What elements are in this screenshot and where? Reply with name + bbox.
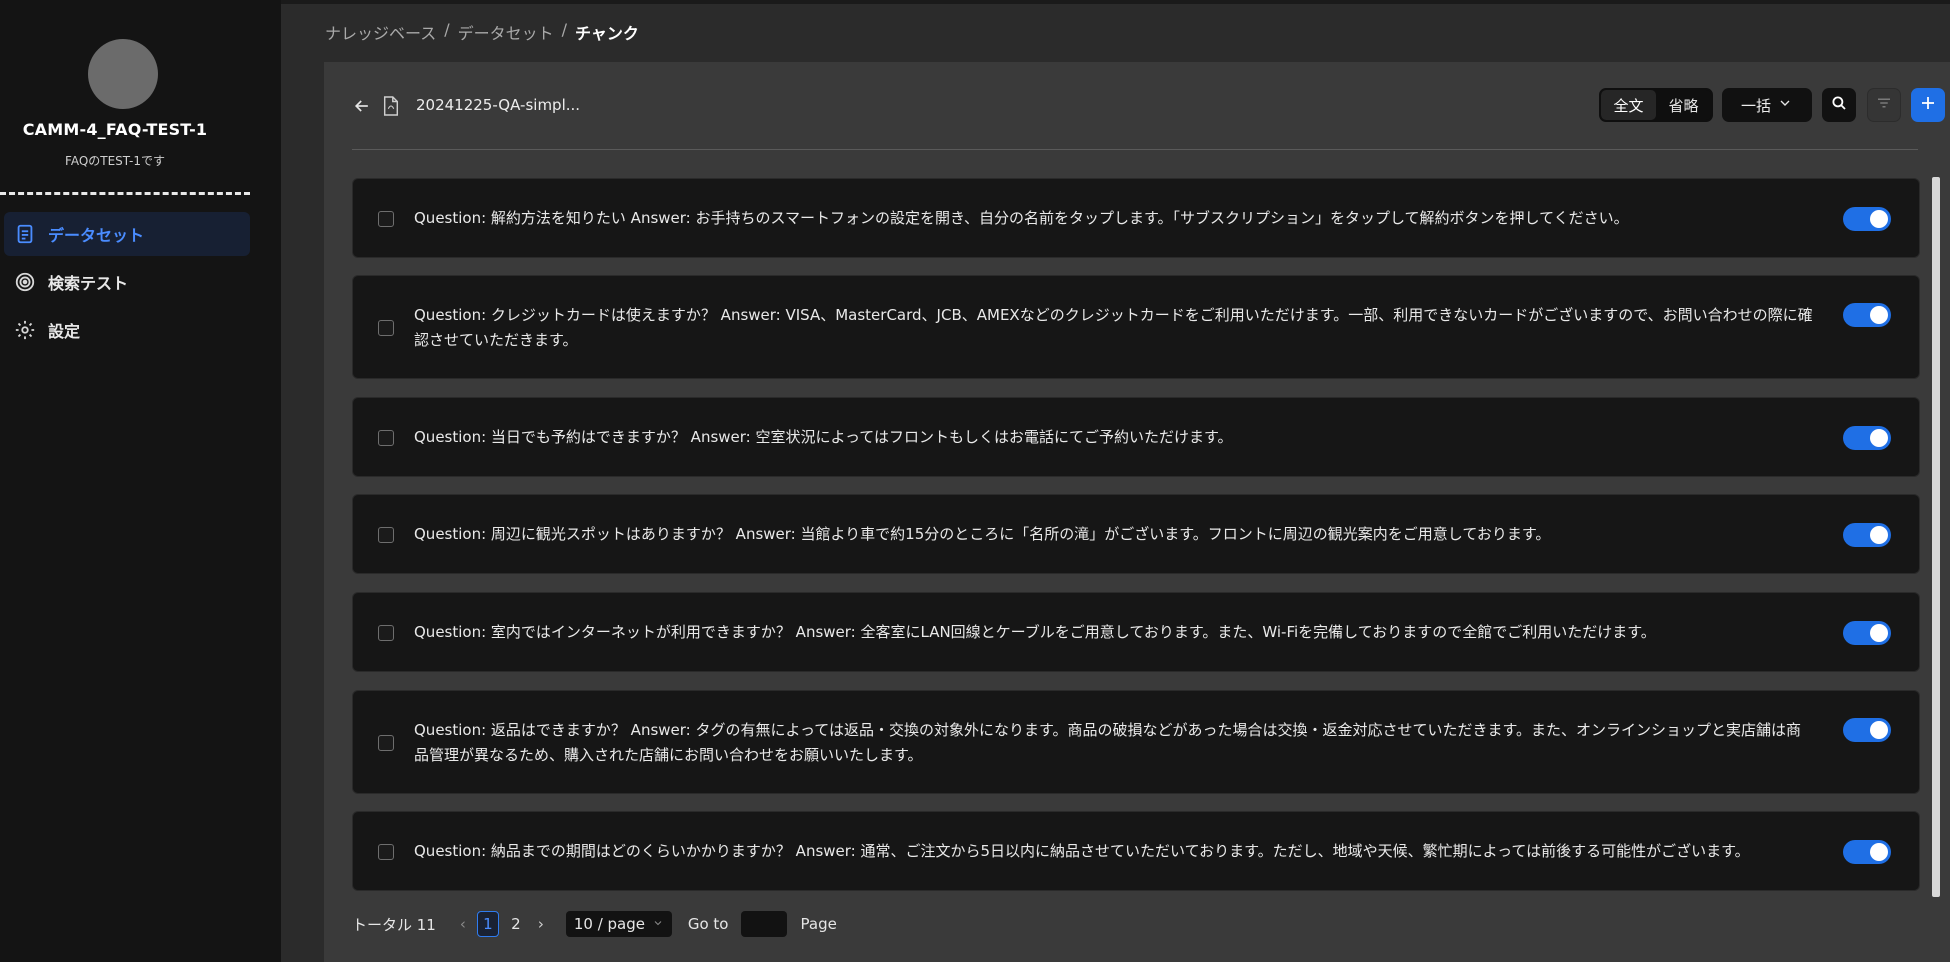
document-title: 20241225-QA-simpl... [416, 96, 581, 114]
chunk-checkbox[interactable] [378, 320, 394, 336]
sidebar-item-label: 検索テスト [48, 274, 129, 293]
page-size-select[interactable]: 10 / page [565, 911, 672, 937]
chunk-enable-toggle[interactable] [1843, 207, 1891, 231]
page-label: Page [800, 915, 837, 933]
chunk-checkbox[interactable] [378, 625, 394, 641]
sidebar-item-dataset[interactable]: データセット [4, 212, 250, 256]
add-chunk-button[interactable] [1911, 88, 1945, 122]
sidebar: CAMM-4_FAQ-TEST-1 FAQのTEST-1です データセット 検索… [0, 0, 281, 962]
chunk-checkbox[interactable] [378, 430, 394, 446]
goto-label: Go to [687, 915, 729, 933]
sidebar-item-label: データセット [48, 226, 145, 245]
search-icon [1830, 94, 1848, 116]
chunk-text: Question: 納品までの期間はどのくらいかかりますか？ Answer: 通… [414, 842, 1750, 860]
scrollbar[interactable] [1932, 177, 1940, 897]
chunk-text: Question: 室内ではインターネットが利用できますか？ Answer: 全… [414, 623, 1656, 641]
filter-icon [1875, 94, 1893, 116]
plus-icon [1919, 94, 1937, 116]
view-full-button[interactable]: 全文 [1601, 90, 1656, 120]
breadcrumb: ナレッジベース / データセット / チャンク [325, 20, 639, 44]
chunk-enable-toggle[interactable] [1843, 523, 1891, 547]
breadcrumb-current: チャンク [575, 24, 639, 43]
chunk-card[interactable]: Question: 返品はできますか？ Answer: タグの有無によっては返品… [352, 690, 1920, 794]
breadcrumb-separator: / [561, 20, 567, 39]
chunk-text: Question: 返品はできますか？ Answer: タグの有無によっては返品… [414, 721, 1801, 764]
chunk-checkbox[interactable] [378, 211, 394, 227]
sidebar-item-retrieval-test[interactable]: 検索テスト [4, 260, 250, 304]
goto-page-input[interactable] [740, 911, 787, 937]
chunk-text: Question: 周辺に観光スポットはありますか？ Answer: 当館より車… [414, 525, 1551, 543]
sidebar-item-settings[interactable]: 設定 [4, 308, 250, 352]
chunk-card[interactable]: Question: 当日でも予約はできますか？ Answer: 空室状況によって… [352, 397, 1920, 477]
header-divider [352, 149, 1918, 150]
search-button[interactable] [1822, 88, 1856, 122]
chevron-left-icon[interactable]: ‹ [460, 915, 466, 933]
view-short-button[interactable]: 省略 [1656, 90, 1711, 120]
chunk-enable-toggle[interactable] [1843, 718, 1891, 742]
avatar [88, 39, 158, 109]
chunk-panel: 20241225-QA-simpl... 全文 省略 一括 Question: … [324, 62, 1950, 962]
arrow-left-icon[interactable] [352, 96, 372, 116]
total-count: トータル 11 [352, 915, 436, 934]
chevron-down-icon [652, 915, 664, 933]
pagination: トータル 11 ‹ 1 2 › 10 / page Go to Page [352, 910, 837, 938]
chevron-down-icon [1777, 95, 1793, 115]
chunk-card[interactable]: Question: 解約方法を知りたい Answer: お手持ちのスマートフォン… [352, 178, 1920, 258]
bulk-action-dropdown[interactable]: 一括 [1722, 88, 1812, 122]
chunk-card[interactable]: Question: 室内ではインターネットが利用できますか？ Answer: 全… [352, 592, 1920, 672]
chunk-card[interactable]: Question: 納品までの期間はどのくらいかかりますか？ Answer: 通… [352, 811, 1920, 891]
chunk-enable-toggle[interactable] [1843, 621, 1891, 645]
bulk-action-label: 一括 [1740, 96, 1771, 115]
chunk-checkbox[interactable] [378, 735, 394, 751]
page-button-2[interactable]: 2 [505, 911, 527, 937]
chunk-checkbox[interactable] [378, 527, 394, 543]
knowledge-base-description: FAQのTEST-1です [65, 154, 165, 168]
breadcrumb-knowledge-base[interactable]: ナレッジベース [325, 20, 436, 44]
breadcrumb-separator: / [444, 20, 450, 39]
sidebar-item-label: 設定 [48, 322, 81, 341]
knowledge-base-name: CAMM-4_FAQ-TEST-1 [22, 120, 208, 139]
chunk-enable-toggle[interactable] [1843, 303, 1891, 327]
chunk-card[interactable]: Question: クレジットカードは使えますか？ Answer: VISA、M… [352, 275, 1920, 379]
chunk-text: Question: 解約方法を知りたい Answer: お手持ちのスマートフォン… [414, 209, 1629, 227]
chunk-enable-toggle[interactable] [1843, 426, 1891, 450]
sidebar-divider [0, 192, 250, 195]
chunk-text: Question: クレジットカードは使えますか？ Answer: VISA、M… [414, 306, 1813, 349]
target-icon [14, 271, 36, 293]
pdf-file-icon [382, 96, 400, 116]
top-bar [0, 0, 1950, 4]
page-size-value: 10 / page [573, 915, 645, 933]
page-button-1[interactable]: 1 [476, 911, 499, 937]
chunk-text: Question: 当日でも予約はできますか？ Answer: 空室状況によって… [414, 428, 1233, 446]
document-icon [14, 223, 36, 245]
chunk-enable-toggle[interactable] [1843, 840, 1891, 864]
chevron-right-icon[interactable]: › [538, 915, 544, 933]
gear-icon [14, 319, 36, 341]
view-mode-toggle: 全文 省略 [1599, 88, 1713, 122]
chunk-card[interactable]: Question: 周辺に観光スポットはありますか？ Answer: 当館より車… [352, 494, 1920, 574]
filter-button[interactable] [1867, 88, 1901, 122]
chunk-checkbox[interactable] [378, 844, 394, 860]
breadcrumb-dataset[interactable]: データセット [458, 20, 554, 44]
